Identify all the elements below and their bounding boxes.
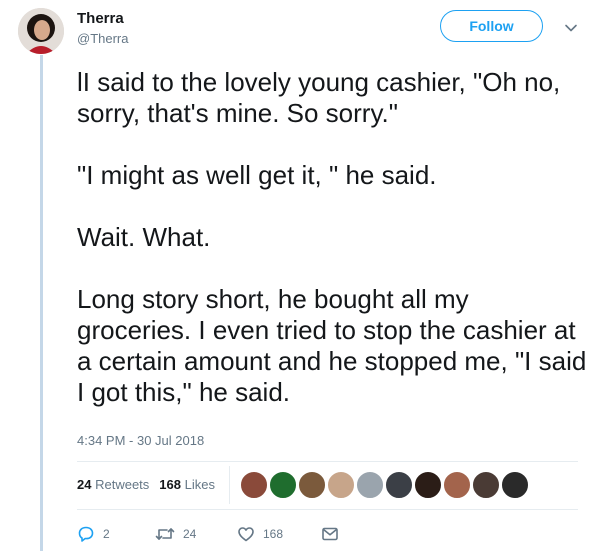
like-button[interactable]: 168 xyxy=(237,525,321,543)
liker-avatar[interactable] xyxy=(240,471,268,499)
tweet-text: lI said to the lovely young cashier, "Oh… xyxy=(77,67,587,408)
thread-line xyxy=(40,55,43,551)
like-count: 168 xyxy=(263,527,284,541)
retweet-count: 24 xyxy=(183,527,197,541)
likes-label: Likes xyxy=(184,477,215,492)
tweet-timestamp[interactable]: 4:34 PM - 30 Jul 2018 xyxy=(77,433,204,448)
stats-separator xyxy=(229,466,230,504)
tweet-paragraph: Wait. What. xyxy=(77,222,211,252)
avatar[interactable] xyxy=(18,8,64,54)
reply-count: 2 xyxy=(103,527,110,541)
retweet-button[interactable]: 24 xyxy=(155,525,237,543)
tweet-paragraph: Long story short, he bought all my groce… xyxy=(77,284,587,407)
liker-avatar[interactable] xyxy=(298,471,326,499)
liker-avatar[interactable] xyxy=(269,471,297,499)
chevron-down-icon[interactable] xyxy=(563,20,579,36)
direct-message-button[interactable] xyxy=(321,526,339,542)
liker-avatar[interactable] xyxy=(385,471,413,499)
retweets-stat[interactable]: 24 Retweets xyxy=(77,477,149,492)
envelope-icon xyxy=(321,526,339,542)
liker-avatar[interactable] xyxy=(327,471,355,499)
tweet-paragraph: lI said to the lovely young cashier, "Oh… xyxy=(77,67,561,128)
liker-avatar[interactable] xyxy=(501,471,529,499)
retweets-count: 24 xyxy=(77,477,92,492)
reply-icon xyxy=(77,525,95,543)
tweet-actions: 2 24 168 xyxy=(77,524,339,544)
liker-avatar[interactable] xyxy=(443,471,471,499)
tweet-paragraph: "I might as well get it, " he said. xyxy=(77,160,437,190)
liker-avatar[interactable] xyxy=(472,471,500,499)
likers-avatars xyxy=(240,471,530,499)
retweets-label: Retweets xyxy=(95,477,150,492)
follow-button[interactable]: Follow xyxy=(440,10,543,42)
retweet-icon xyxy=(155,525,175,543)
tweet-stats: 24 Retweets 168 Likes xyxy=(77,477,215,492)
reply-button[interactable]: 2 xyxy=(77,525,155,543)
likes-count: 168 xyxy=(159,477,181,492)
likes-stat[interactable]: 168 Likes xyxy=(159,477,215,492)
divider xyxy=(77,509,578,510)
heart-icon xyxy=(237,525,255,543)
display-name[interactable]: Therra xyxy=(77,10,124,27)
liker-avatar[interactable] xyxy=(356,471,384,499)
user-handle[interactable]: @Therra xyxy=(77,31,129,46)
liker-avatar[interactable] xyxy=(414,471,442,499)
divider xyxy=(77,461,578,462)
